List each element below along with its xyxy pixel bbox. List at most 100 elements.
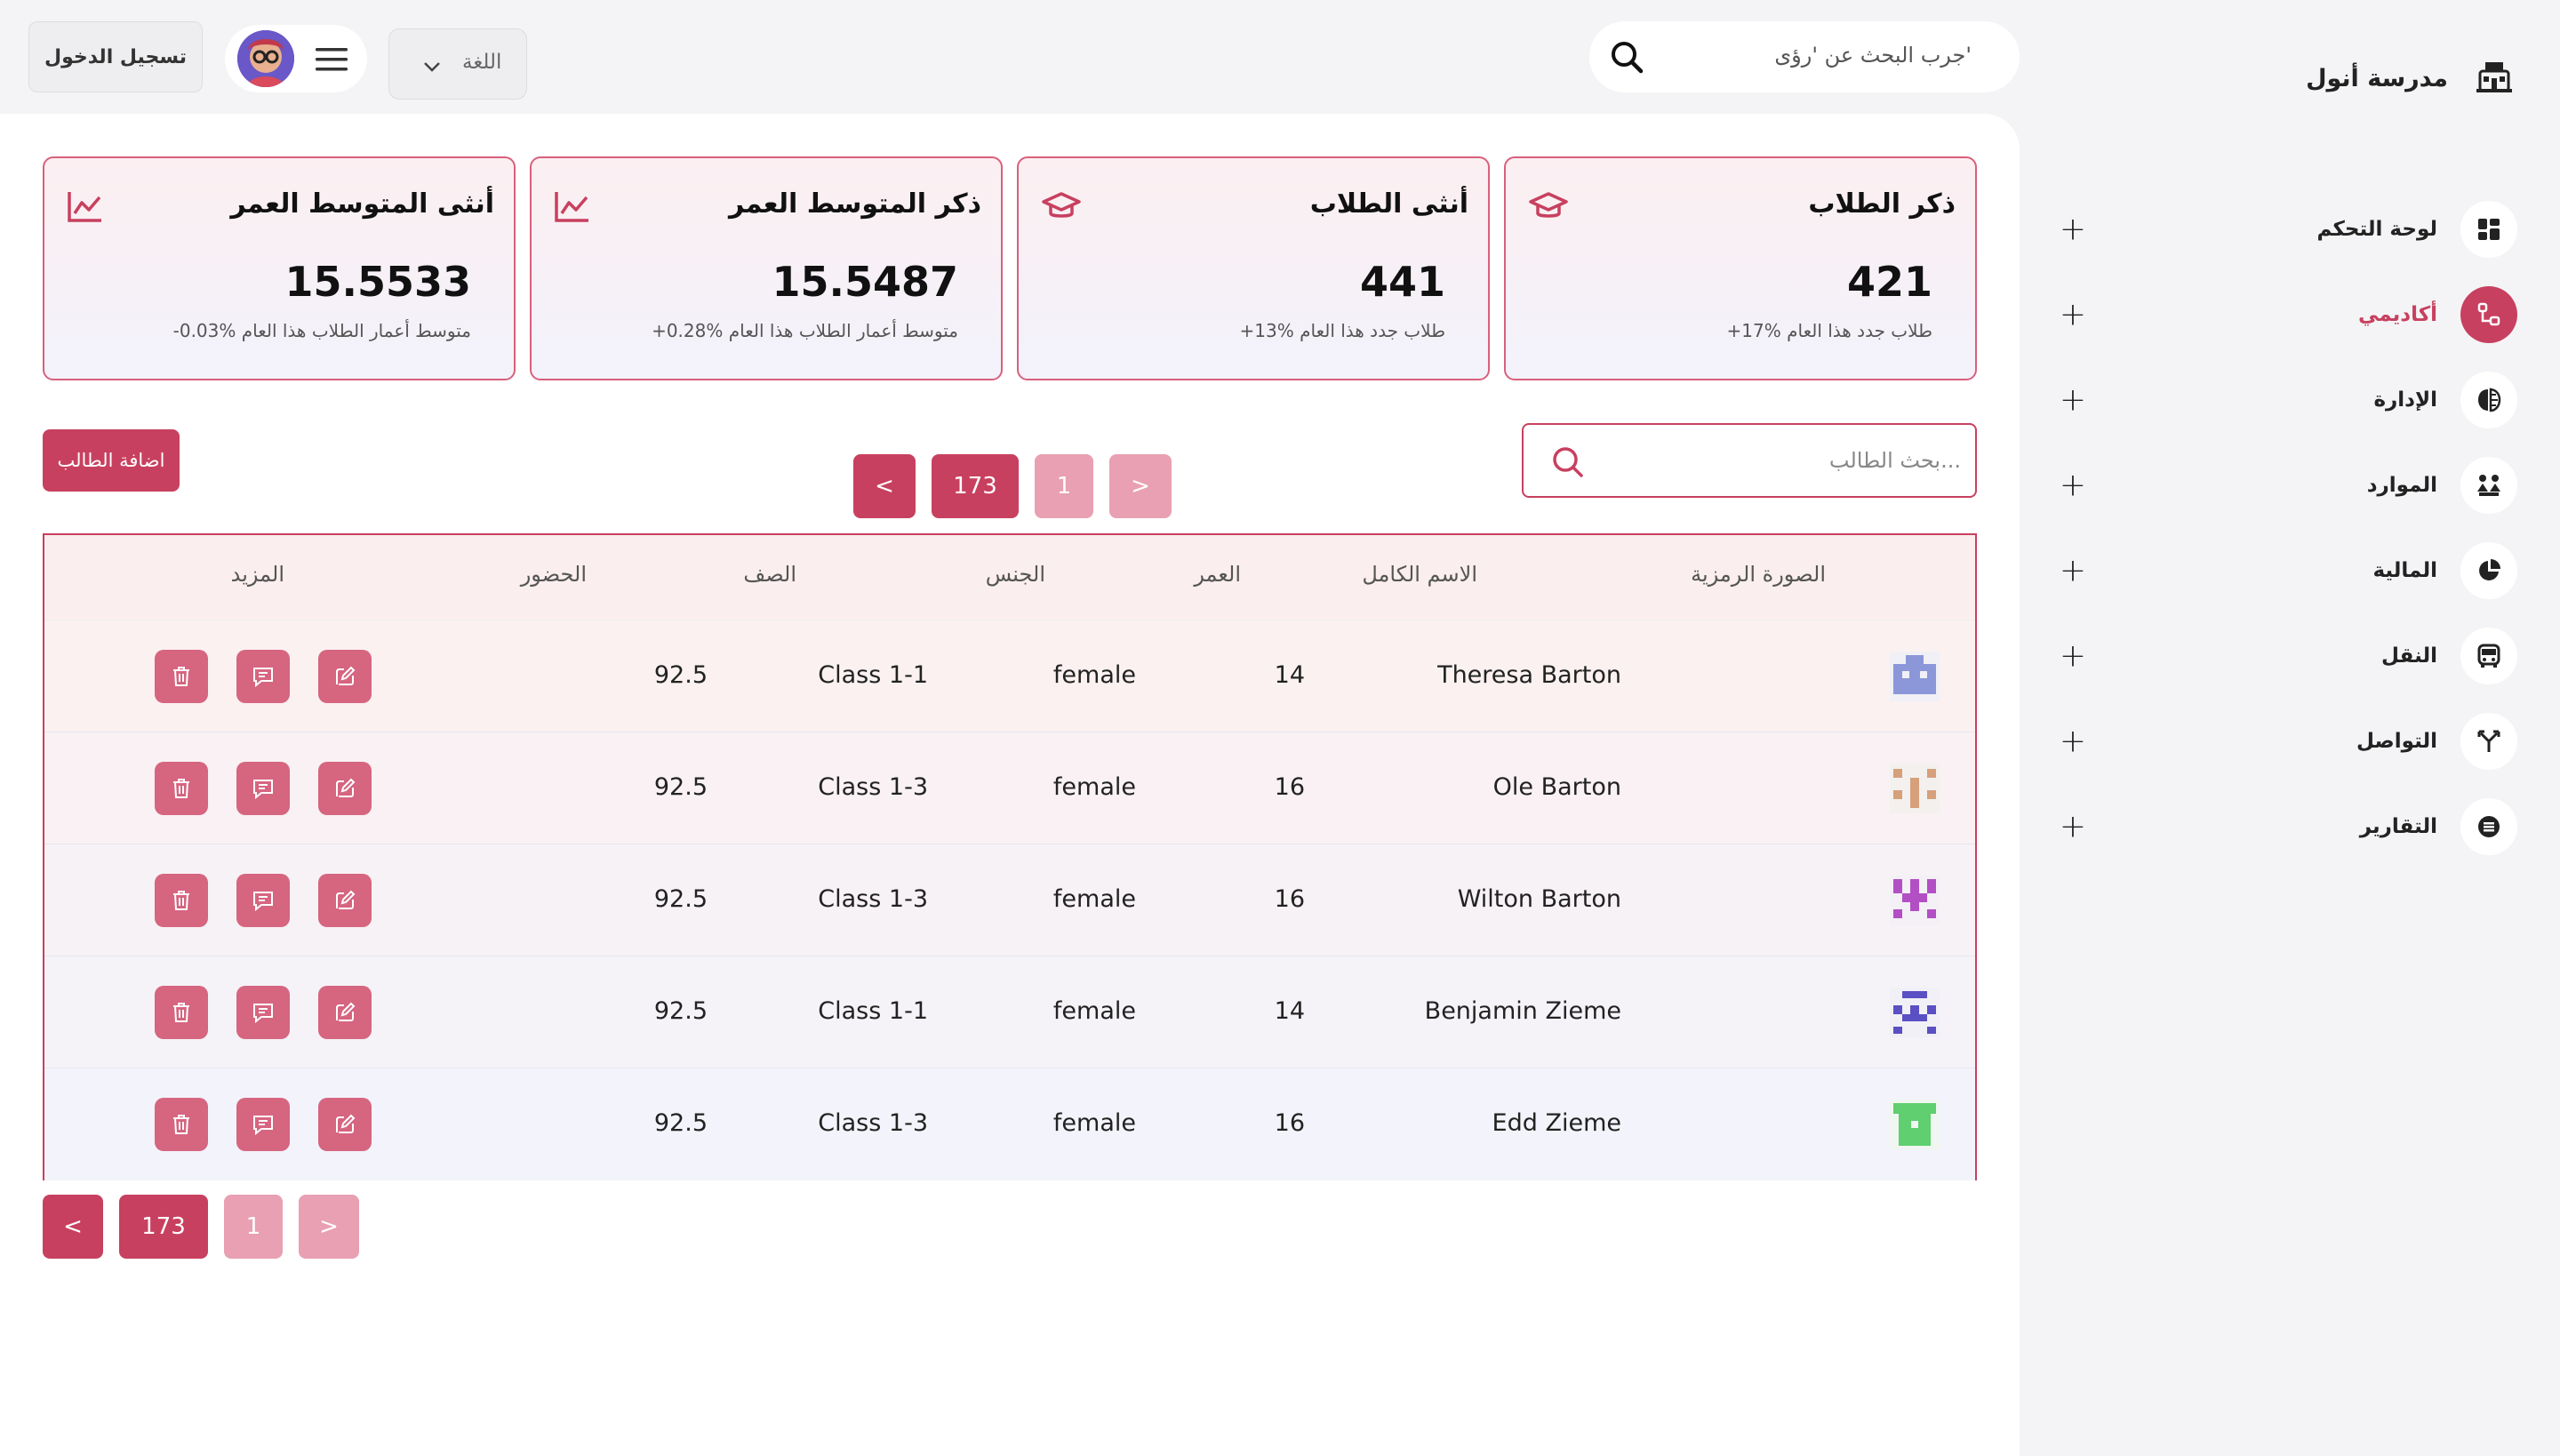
student-class: Class 1-3: [818, 773, 928, 801]
message-button[interactable]: [236, 762, 290, 815]
student-avatar: [1890, 1100, 1940, 1149]
stat-card-female-students: أنثى الطلاب 441 +13% طلاب جدد هذا العام: [1017, 156, 1490, 380]
expand-plus-icon[interactable]: +: [2055, 809, 2091, 845]
brand[interactable]: مدرسة أنول: [2306, 55, 2517, 101]
trash-icon: [173, 779, 189, 798]
graduation-cap-icon: [1040, 188, 1083, 228]
table-header: الصورة الرمزية الاسم الكامل العمر الجنس …: [44, 535, 1975, 620]
message-button[interactable]: [236, 650, 290, 703]
card-title: ذكر الطلاب: [1808, 188, 1956, 220]
table-row[interactable]: Edd Zieme 16 female Class 1-3 92.5: [44, 1068, 1975, 1180]
hamburger-menu-icon[interactable]: [314, 46, 349, 76]
delete-button[interactable]: [155, 650, 208, 703]
edit-button[interactable]: [318, 762, 372, 815]
expand-plus-icon[interactable]: +: [2055, 468, 2091, 504]
prev-page-button[interactable]: <: [43, 1195, 103, 1259]
sidebar-item-transport[interactable]: النقل +: [2055, 613, 2517, 699]
sidebar-item-label: الإدارة: [2373, 388, 2437, 412]
sidebar-item-academic[interactable]: أكاديمي +: [2055, 272, 2517, 357]
sidebar-item-resources[interactable]: الموارد +: [2055, 443, 2517, 528]
student-search[interactable]: بحث الطالب...: [1522, 423, 1977, 498]
delete-button[interactable]: [155, 986, 208, 1039]
search-icon[interactable]: [1550, 444, 1586, 484]
student-gender: female: [1052, 661, 1136, 689]
table-row[interactable]: Theresa Barton 14 female Class 1-1 92.5: [44, 620, 1975, 732]
sidebar-item-dashboard[interactable]: لوحة التحكم +: [2055, 187, 2517, 272]
student-name: Wilton Barton: [1457, 885, 1621, 913]
message-icon: [253, 1004, 273, 1024]
student-gender: female: [1052, 885, 1136, 913]
sidebar-item-administration[interactable]: الإدارة +: [2055, 357, 2517, 443]
main-panel: ذكر الطلاب 421 +17% طلاب جدد هذا العام أ…: [0, 114, 2020, 1456]
edit-button[interactable]: [318, 874, 372, 927]
student-name: Edd Zieme: [1492, 1109, 1621, 1137]
student-age: 14: [1274, 997, 1305, 1025]
global-search-input[interactable]: جرب البحث عن 'رؤى': [1774, 43, 1972, 68]
card-subtext: -0.03% متوسط أعمار الطلاب هذا العام: [172, 320, 471, 341]
delete-button[interactable]: [155, 874, 208, 927]
page-current-button[interactable]: 1: [1035, 454, 1093, 518]
edit-button[interactable]: [318, 650, 372, 703]
expand-plus-icon[interactable]: +: [2055, 297, 2091, 333]
edit-button[interactable]: [318, 986, 372, 1039]
delete-button[interactable]: [155, 762, 208, 815]
student-class: Class 1-1: [818, 661, 928, 689]
search-icon[interactable]: [1609, 39, 1644, 78]
prev-page-button[interactable]: <: [853, 454, 916, 518]
academic-icon: [2460, 286, 2517, 343]
page-current-button[interactable]: 1: [224, 1195, 283, 1259]
table-row[interactable]: Ole Barton 16 female Class 1-3 92.5: [44, 732, 1975, 844]
edit-icon: [336, 666, 356, 685]
table-row[interactable]: Benjamin Zieme 14 female Class 1-1 92.5: [44, 956, 1975, 1068]
sidebar-nav: لوحة التحكم + أكاديمي + الإدارة + الموار…: [2055, 187, 2517, 869]
page-total-button[interactable]: 173: [932, 454, 1019, 518]
student-attendance: 92.5: [653, 661, 708, 689]
card-subtext: +0.28% متوسط أعمار الطلاب هذا العام: [652, 320, 958, 341]
message-button[interactable]: [236, 986, 290, 1039]
user-avatar[interactable]: [237, 30, 294, 87]
student-avatar: [1890, 988, 1940, 1037]
col-avatar: الصورة الرمزية: [1691, 562, 1826, 587]
table-row[interactable]: Wilton Barton 16 female Class 1-3 92.5: [44, 844, 1975, 956]
edit-icon: [336, 1002, 356, 1021]
message-button[interactable]: [236, 874, 290, 927]
language-select[interactable]: اللغة: [388, 28, 527, 100]
student-search-input[interactable]: بحث الطالب...: [1829, 448, 1961, 473]
stat-card-female-avg-age: أنثى المتوسط العمر 15.5533 -0.03% متوسط …: [43, 156, 516, 380]
administration-icon: [2460, 372, 2517, 428]
next-page-button[interactable]: >: [1109, 454, 1172, 518]
student-name: Theresa Barton: [1437, 661, 1621, 689]
expand-plus-icon[interactable]: +: [2055, 553, 2091, 589]
expand-plus-icon[interactable]: +: [2055, 724, 2091, 760]
message-button[interactable]: [236, 1098, 290, 1151]
card-title: ذكر المتوسط العمر: [729, 188, 981, 220]
expand-plus-icon[interactable]: +: [2055, 638, 2091, 675]
trash-icon: [173, 1115, 189, 1134]
edit-icon: [336, 890, 356, 909]
page-total-button[interactable]: 173: [119, 1195, 208, 1259]
expand-plus-icon[interactable]: +: [2055, 382, 2091, 419]
col-class: الصف: [743, 562, 796, 587]
edit-button[interactable]: [318, 1098, 372, 1151]
resources-icon: [2460, 457, 2517, 514]
reports-icon: [2460, 798, 2517, 855]
student-avatar: [1890, 652, 1940, 701]
delete-button[interactable]: [155, 1098, 208, 1151]
sidebar-item-reports[interactable]: التقارير +: [2055, 784, 2517, 869]
sidebar-item-finance[interactable]: المالية +: [2055, 528, 2517, 613]
expand-plus-icon[interactable]: +: [2055, 212, 2091, 248]
add-student-button[interactable]: اضافة الطالب: [43, 429, 180, 492]
login-button[interactable]: تسجيل الدخول: [28, 21, 203, 92]
next-page-button[interactable]: >: [299, 1195, 359, 1259]
sidebar-item-label: الموارد: [2366, 474, 2437, 497]
sidebar-item-communication[interactable]: التواصل +: [2055, 699, 2517, 784]
col-gender: الجنس: [985, 562, 1045, 587]
col-age: العمر: [1194, 562, 1241, 587]
line-chart-icon: [66, 188, 105, 228]
student-attendance: 92.5: [653, 1109, 708, 1137]
student-name: Ole Barton: [1492, 773, 1621, 801]
user-menu[interactable]: [225, 25, 367, 92]
global-search[interactable]: جرب البحث عن 'رؤى': [1589, 21, 2020, 92]
finance-pie-icon: [2460, 542, 2517, 599]
card-value: 15.5533: [284, 258, 471, 306]
